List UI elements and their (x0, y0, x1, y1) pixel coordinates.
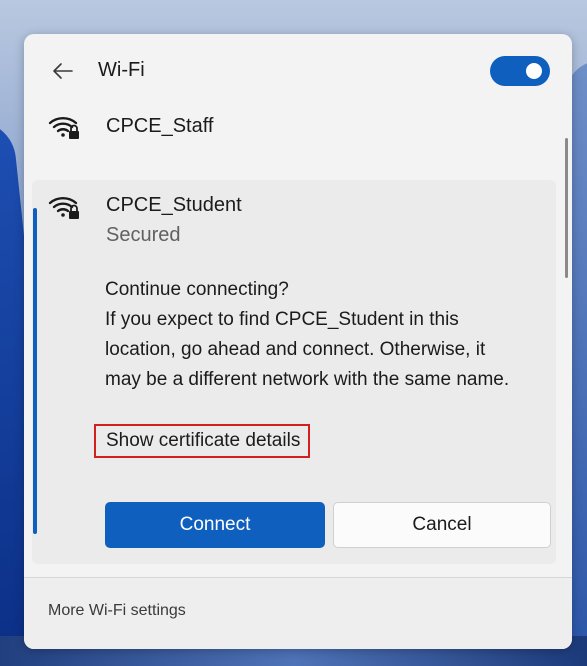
scrollbar[interactable] (565, 138, 568, 278)
cancel-button[interactable]: Cancel (333, 502, 551, 548)
wifi-flyout: Wi-Fi CPCE_Staff CPCE_Student Secured Co… (24, 34, 572, 649)
network-item-cpce-staff[interactable]: CPCE_Staff (24, 104, 572, 150)
network-name: CPCE_Staff (106, 115, 214, 137)
connect-button[interactable]: Connect (105, 502, 325, 548)
connect-prompt: Continue connecting? If you expect to fi… (105, 275, 525, 395)
prompt-heading: Continue connecting? (105, 279, 289, 300)
wifi-toggle[interactable] (490, 56, 550, 86)
network-name: CPCE_Student (106, 194, 242, 216)
prompt-message: If you expect to find CPCE_Student in th… (105, 309, 510, 390)
flyout-footer: More Wi-Fi settings (24, 578, 572, 649)
back-arrow-icon[interactable] (50, 58, 76, 84)
flyout-header: Wi-Fi (24, 34, 572, 108)
more-wifi-settings-link[interactable]: More Wi-Fi settings (48, 602, 186, 620)
page-title: Wi-Fi (98, 59, 145, 81)
toggle-knob (526, 63, 542, 79)
show-certificate-link[interactable]: Show certificate details (94, 424, 311, 458)
selection-indicator (33, 208, 37, 534)
network-item-cpce-student: CPCE_Student Secured Continue connecting… (32, 180, 556, 564)
wifi-secured-icon (48, 197, 79, 219)
wifi-secured-icon (48, 117, 79, 139)
network-status: Secured (106, 224, 181, 246)
